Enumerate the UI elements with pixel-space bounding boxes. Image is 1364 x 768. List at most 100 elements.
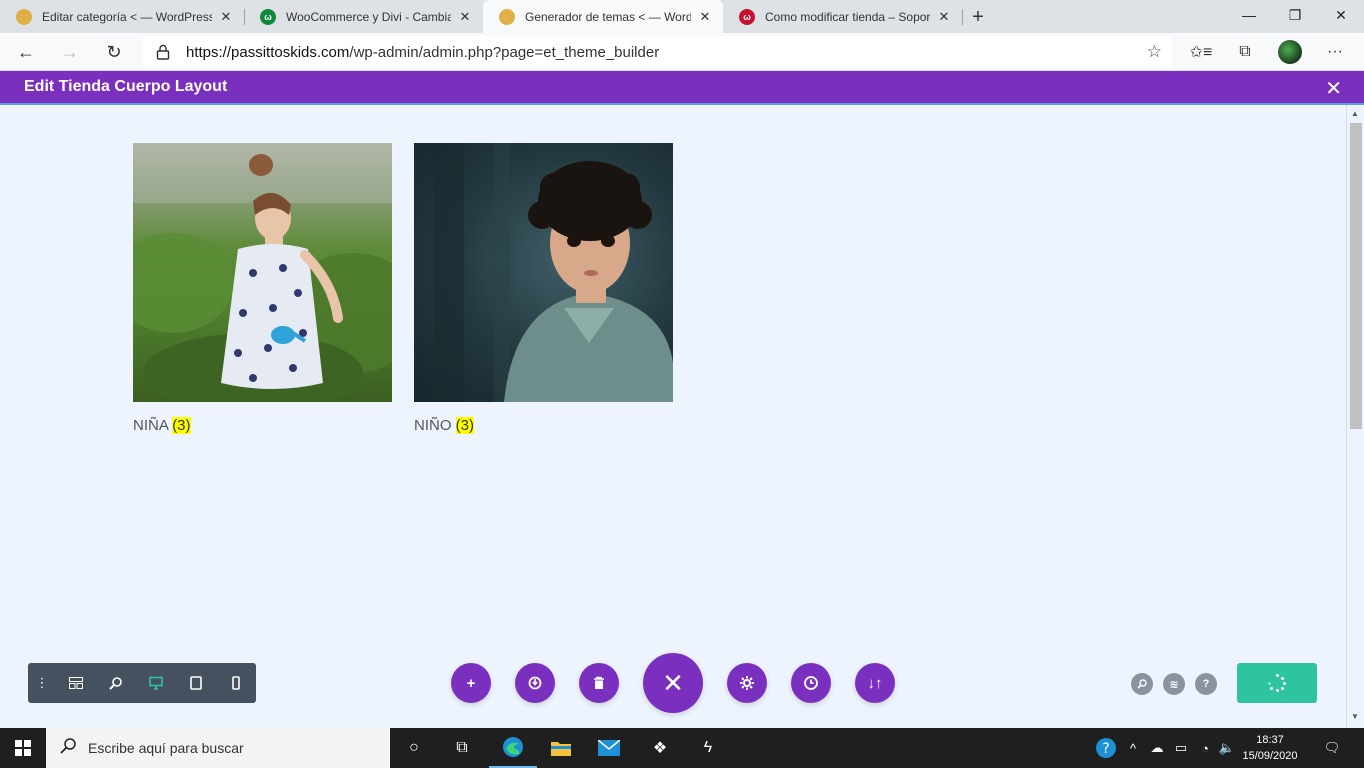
mail-app[interactable] xyxy=(585,728,633,768)
browser-toolbar: ← → ↻ https://passittoskids.com/wp-admin… xyxy=(0,33,1364,71)
category-caption[interactable]: NIÑO (3) xyxy=(414,417,673,434)
favorites-icon[interactable]: ✩≡ xyxy=(1186,37,1216,67)
edge-taskbar-app[interactable] xyxy=(489,728,537,768)
clear-layout-button[interactable] xyxy=(579,663,619,703)
task-view-button[interactable]: ⧉ xyxy=(438,728,486,768)
collections-icon[interactable]: ⧉ xyxy=(1230,37,1260,67)
layers-button[interactable]: ≋ xyxy=(1163,673,1185,695)
tablet-view-button[interactable] xyxy=(176,663,216,703)
close-window-button[interactable]: ✕ xyxy=(1318,0,1364,30)
browser-tab-2[interactable]: ω WooCommerce y Divi - Cambiar ✕ xyxy=(244,0,483,33)
category-image-boy[interactable] xyxy=(414,143,673,402)
new-tab-button[interactable]: + xyxy=(966,5,990,29)
task-view-icon: ⧉ xyxy=(456,739,468,756)
start-button[interactable] xyxy=(0,728,46,768)
add-module-button[interactable]: + xyxy=(451,663,491,703)
folder-icon xyxy=(551,742,571,756)
chrome-icon xyxy=(16,8,32,25)
forward-button[interactable]: → xyxy=(55,37,85,67)
back-button[interactable]: ← xyxy=(11,37,41,67)
restore-icon: ❐ xyxy=(1288,6,1302,23)
tab-title: WooCommerce y Divi - Cambiar xyxy=(286,9,451,24)
category-caption[interactable]: NIÑA (3) xyxy=(133,417,392,434)
file-explorer-app[interactable] xyxy=(537,728,585,768)
minimize-button[interactable]: — xyxy=(1226,0,1272,30)
tab-close-icon[interactable]: ✕ xyxy=(695,7,715,27)
url-host: https://passittoskids.com xyxy=(186,43,350,61)
layers-icon: ≋ xyxy=(1169,678,1179,691)
sort-button[interactable]: ↓↑ xyxy=(855,663,895,703)
scroll-down-icon[interactable]: ▼ xyxy=(1351,712,1359,721)
woo-icon: ω xyxy=(739,8,755,25)
volume-icon[interactable]: 🔈 xyxy=(1216,728,1238,768)
phone-view-button[interactable] xyxy=(216,663,256,703)
page-scrollbar[interactable]: ▲ ▼ xyxy=(1346,105,1364,728)
taskbar-search[interactable]: Escribe aquí para buscar xyxy=(46,728,390,768)
portability-button[interactable] xyxy=(515,663,555,703)
curly-haired-boy-illustration xyxy=(434,143,673,402)
minimize-icon: — xyxy=(1242,7,1256,23)
taskbar-clock[interactable]: 18:37 15/09/2020 xyxy=(1240,732,1300,764)
wireframe-view-button[interactable] xyxy=(56,663,96,703)
favorite-star-icon[interactable]: ☆ xyxy=(1147,42,1162,62)
category-name: NIÑA xyxy=(133,417,169,434)
notifications-icon[interactable]: 🗨 xyxy=(1318,728,1346,768)
add-icon: + xyxy=(466,674,476,692)
dropbox-app[interactable]: ❖ xyxy=(636,728,684,768)
close-builder-menu-button[interactable]: ✕ xyxy=(643,653,703,713)
tab-title: Generador de temas < — WordP xyxy=(525,9,691,24)
category-card[interactable]: NIÑA (3) xyxy=(133,143,392,434)
help-tray-icon[interactable]: ? xyxy=(1094,728,1118,768)
search-icon xyxy=(60,737,76,759)
help-icon: ? xyxy=(1202,678,1210,690)
browser-tab-1[interactable]: Editar categoría < — WordPress ✕ xyxy=(0,0,244,33)
more-menu-icon[interactable]: ··· xyxy=(1320,37,1350,67)
tab-close-icon[interactable]: ✕ xyxy=(455,7,475,27)
tab-close-icon[interactable]: ✕ xyxy=(934,7,954,27)
clock-date: 15/09/2020 xyxy=(1242,750,1298,762)
save-button[interactable] xyxy=(1237,663,1317,703)
category-count: (3) xyxy=(455,417,475,434)
mail-icon xyxy=(598,740,620,756)
lightning-icon: ϟ xyxy=(703,739,713,756)
tab-separator xyxy=(962,9,963,25)
wifi-icon[interactable]: ◔ xyxy=(1194,728,1216,768)
close-layout-icon[interactable]: ✕ xyxy=(1325,76,1342,101)
chrome-icon xyxy=(499,8,515,25)
sort-icon: ↓↑ xyxy=(867,674,883,692)
url-text: https://passittoskids.com/wp-admin/admin… xyxy=(186,44,659,61)
svg-text:?: ? xyxy=(1102,741,1109,757)
help-button[interactable]: ? xyxy=(1195,673,1217,695)
category-image-girl[interactable] xyxy=(133,143,392,402)
restore-button[interactable]: ❐ xyxy=(1272,0,1318,30)
girl-watering-plants-illustration xyxy=(133,143,392,402)
browser-tab-3-active[interactable]: Generador de temas < — WordP ✕ xyxy=(483,0,723,33)
zoom-view-button[interactable] xyxy=(96,663,136,703)
browser-tab-4[interactable]: ω Como modificar tienda – Soporte ✕ xyxy=(723,0,962,33)
page-settings-menu-button[interactable]: ⋮ xyxy=(28,663,56,703)
close-icon: ✕ xyxy=(1335,6,1347,23)
scroll-up-icon[interactable]: ▲ xyxy=(1351,109,1359,118)
tab-close-icon[interactable]: ✕ xyxy=(216,7,236,27)
address-bar[interactable]: https://passittoskids.com/wp-admin/admin… xyxy=(142,36,1172,68)
search-button[interactable] xyxy=(1131,673,1153,695)
browser-tab-strip: Editar categoría < — WordPress ✕ ω WooCo… xyxy=(0,0,1364,33)
reload-button[interactable]: ↻ xyxy=(99,37,129,67)
history-button[interactable] xyxy=(791,663,831,703)
zoom-icon xyxy=(109,677,122,690)
trash-icon xyxy=(594,676,604,689)
page-settings-button[interactable] xyxy=(727,663,767,703)
layout-title: Edit Tienda Cuerpo Layout xyxy=(24,78,228,95)
battery-icon[interactable]: ▭ xyxy=(1170,728,1192,768)
wireframe-icon xyxy=(69,677,83,689)
scroll-thumb[interactable] xyxy=(1350,123,1362,429)
category-card[interactable]: NIÑO (3) xyxy=(414,143,673,434)
desktop-view-button[interactable] xyxy=(136,663,176,703)
dropbox-icon: ❖ xyxy=(652,740,668,757)
chevron-up-icon[interactable]: ^ xyxy=(1124,728,1142,768)
profile-avatar[interactable] xyxy=(1278,40,1302,64)
pinned-app[interactable]: ϟ xyxy=(684,728,732,768)
saving-spinner-icon xyxy=(1268,674,1286,692)
cortana-button[interactable]: ○ xyxy=(390,728,438,768)
onedrive-cloud-icon[interactable]: ☁ xyxy=(1146,728,1168,768)
